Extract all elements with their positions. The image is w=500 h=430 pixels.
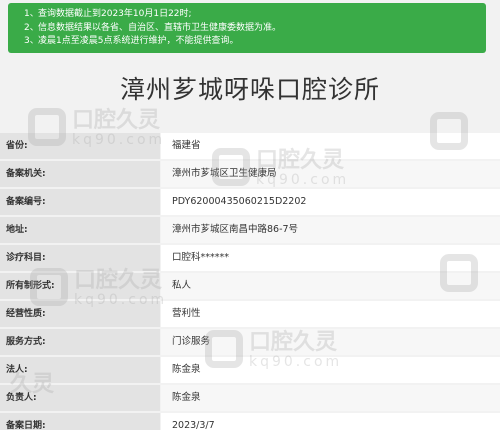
business-nature-label: 经营性质:	[0, 301, 160, 327]
record-date-label: 备案日期:	[0, 413, 160, 430]
legal-person-value: 陈金泉	[161, 357, 500, 383]
table-row-business-nature: 经营性质: 营利性	[0, 301, 500, 327]
table-row-authority: 备案机关: 漳州市芗城区卫生健康局	[0, 161, 500, 187]
address-value: 漳州市芗城区南昌中路86-7号	[161, 217, 500, 243]
record-date-value: 2023/3/7	[161, 413, 500, 430]
table-row-province: 省份: 福建省	[0, 133, 500, 159]
notice-line-3: 3、凌晨1点至凌晨5点系统进行维护，不能提供查询。	[24, 36, 239, 46]
record-number-value: PDY62000435060215D2202	[161, 189, 500, 215]
record-number-label: 备案编号:	[0, 189, 160, 215]
departments-value: 口腔科******	[161, 245, 500, 271]
table-row-legal-person: 法人: 陈金泉	[0, 357, 500, 383]
notice-banner: 1、查询数据截止到2023年10月1日22时; 2、信息数据结果以各省、自治区、…	[8, 3, 486, 53]
service-mode-value: 门诊服务	[161, 329, 500, 355]
province-label: 省份:	[0, 133, 160, 159]
authority-label: 备案机关:	[0, 161, 160, 187]
notice-line-1: 1、查询数据截止到2023年10月1日22时;	[24, 9, 192, 19]
table-row-departments: 诊疗科目: 口腔科******	[0, 245, 500, 271]
departments-label: 诊疗科目:	[0, 245, 160, 271]
table-row-person-in-charge: 负责人: 陈金泉	[0, 385, 500, 411]
record-table: 省份: 福建省 备案机关: 漳州市芗城区卫生健康局 备案编号: PDY62000…	[0, 133, 500, 430]
notice-line-2: 2、信息数据结果以各省、自治区、直辖市卫生健康委数据为准。	[24, 22, 282, 33]
table-row-ownership: 所有制形式: 私人	[0, 273, 500, 299]
table-row-address: 地址: 漳州市芗城区南昌中路86-7号	[0, 217, 500, 243]
table-row-record-number: 备案编号: PDY62000435060215D2202	[0, 189, 500, 215]
legal-person-label: 法人:	[0, 357, 160, 383]
province-value: 福建省	[161, 133, 500, 159]
address-label: 地址:	[0, 217, 160, 243]
person-in-charge-label: 负责人:	[0, 385, 160, 411]
business-nature-value: 营利性	[161, 301, 500, 327]
table-row-service-mode: 服务方式: 门诊服务	[0, 329, 500, 355]
service-mode-label: 服务方式:	[0, 329, 160, 355]
clinic-title: 漳州芗城呀哚口腔诊所	[119, 75, 380, 104]
person-in-charge-value: 陈金泉	[161, 385, 500, 411]
authority-value: 漳州市芗城区卫生健康局	[161, 161, 500, 187]
ownership-value: 私人	[161, 273, 500, 299]
ownership-label: 所有制形式:	[0, 273, 160, 299]
table-row-record-date: 备案日期: 2023/3/7	[0, 413, 500, 430]
